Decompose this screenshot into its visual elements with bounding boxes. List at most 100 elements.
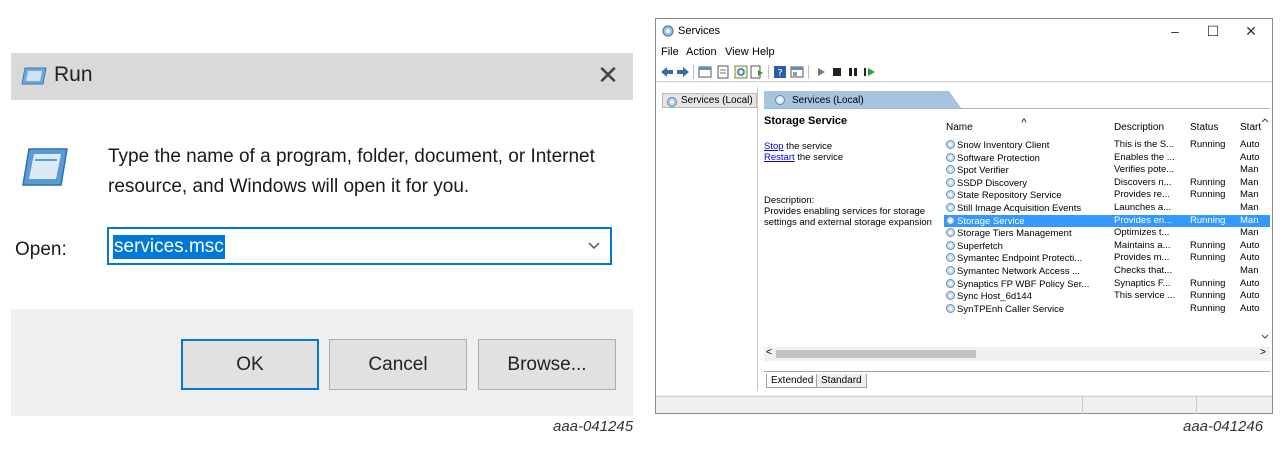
service-status: Running: [1190, 290, 1226, 302]
horizontal-scroll-thumb[interactable]: [776, 350, 976, 358]
description-text: Provides enabling services for storage s…: [764, 206, 932, 228]
ok-button[interactable]: OK: [181, 339, 319, 390]
menu-bar: File Action View Help: [656, 44, 1272, 62]
scroll-right-icon[interactable]: >: [1260, 347, 1266, 358]
service-status: Running: [1190, 214, 1226, 226]
tab-standard[interactable]: Standard: [816, 374, 867, 388]
close-icon[interactable]: ✕: [1234, 21, 1268, 41]
service-detail-pane: Storage Service Stop the service Restart…: [764, 115, 942, 228]
toolbar: ?: [656, 62, 1272, 82]
service-row[interactable]: Sync Host_6d144 This service ... Running Au…: [944, 290, 1270, 302]
maximize-icon[interactable]: ☐: [1196, 21, 1230, 41]
pause-service-icon[interactable]: [846, 65, 860, 79]
forward-arrow-icon[interactable]: [676, 65, 690, 79]
open-input-value[interactable]: services.msc: [113, 235, 225, 259]
service-row[interactable]: SSDP Discovery Discovers n... Running Man: [944, 177, 1270, 189]
gear-icon: [667, 97, 677, 107]
service-row[interactable]: Storage Tiers Management Optimizes t... Ma…: [944, 227, 1270, 239]
menu-help[interactable]: Help: [752, 46, 775, 58]
service-description: This is the S...: [1114, 139, 1175, 150]
console-tree: Services (Local): [658, 87, 758, 391]
menu-view[interactable]: View: [725, 46, 749, 58]
run-app-icon: [21, 67, 47, 85]
service-status: Running: [1190, 189, 1226, 201]
service-status: Running: [1190, 176, 1226, 188]
figure-label-left: aaa-041245: [553, 418, 634, 435]
gear-icon: [946, 240, 955, 250]
gear-icon: [946, 278, 955, 288]
content-header-title: Services (Local): [792, 95, 864, 106]
service-name: Superfetch: [957, 240, 1003, 252]
service-row[interactable]: Symantec Network Access ... Checks that..…: [944, 265, 1270, 277]
vertical-scrollbar[interactable]: [1260, 113, 1270, 363]
service-description: Checks that...: [1114, 265, 1173, 276]
column-header-name[interactable]: Name: [946, 116, 973, 138]
service-name-cell: Symantec Network Access ...: [944, 265, 1112, 278]
service-row[interactable]: State Repository Service Provides re... Ru…: [944, 189, 1270, 201]
start-service-icon[interactable]: [814, 65, 828, 79]
open-combobox[interactable]: services.msc: [107, 227, 612, 265]
service-row[interactable]: Storage Service Provides en... Running Man: [944, 214, 1270, 227]
figure-label-right: aaa-041246: [1183, 418, 1264, 435]
stop-service-link[interactable]: Stop: [764, 141, 784, 152]
properties-icon[interactable]: [716, 65, 730, 79]
help-icon[interactable]: ?: [773, 65, 787, 79]
service-row[interactable]: Still Image Acquisition Events Launches a…: [944, 202, 1270, 214]
column-header-description[interactable]: Description: [1114, 116, 1164, 138]
refresh-icon[interactable]: [734, 65, 748, 79]
service-description: Provides m...: [1114, 252, 1170, 264]
service-row[interactable]: Synaptics FP WBF Policy Ser... Synaptics …: [944, 278, 1270, 290]
gear-icon: [946, 253, 955, 263]
close-icon[interactable]: ✕: [593, 61, 623, 91]
service-name-cell: Spot Verifier: [944, 164, 1112, 177]
scroll-left-icon[interactable]: <: [766, 347, 772, 358]
column-header-status[interactable]: Status: [1190, 116, 1218, 138]
menu-file[interactable]: File: [661, 46, 679, 58]
tree-item-label: Services (Local): [681, 95, 753, 106]
status-bar: [656, 396, 1272, 414]
gear-icon: [946, 215, 955, 225]
service-row[interactable]: Superfetch Maintains a... Running Auto: [944, 240, 1270, 252]
gear-icon: [946, 165, 955, 175]
service-name-cell: Sync Host_6d144: [944, 290, 1112, 303]
restart-service-icon[interactable]: [862, 65, 876, 79]
gear-icon: [946, 291, 955, 301]
service-name: SSDP Discovery: [957, 177, 1028, 189]
service-status: Running: [1190, 277, 1226, 289]
service-row[interactable]: Spot Verifier Verifies pote... Man: [944, 164, 1270, 176]
service-row[interactable]: Snow Inventory Client This is the S... Run…: [944, 139, 1270, 151]
cancel-button[interactable]: Cancel: [329, 339, 467, 390]
run-dialog: Run ✕ Type the name of a program, folder…: [11, 53, 633, 416]
service-status: Running: [1190, 139, 1226, 150]
console-tree-icon[interactable]: [698, 65, 712, 79]
chevron-down-icon[interactable]: [586, 237, 602, 255]
sort-ascending-icon: ^: [1021, 117, 1027, 129]
service-name: Symantec Endpoint Protecti...: [957, 253, 1083, 265]
service-row[interactable]: SynTPEnh Caller Service Running Auto: [944, 303, 1270, 315]
show-hide-pane-icon[interactable]: [790, 65, 804, 79]
browse-button[interactable]: Browse...: [478, 339, 616, 390]
svg-text:?: ?: [777, 68, 782, 79]
service-name: Symantec Network Access ...: [957, 266, 1081, 277]
service-description: Verifies pote...: [1114, 164, 1175, 176]
tree-item-services-local[interactable]: Services (Local): [662, 93, 757, 108]
gear-icon: [946, 203, 955, 212]
service-row[interactable]: Software Protection Enables the ... Auto: [944, 152, 1270, 164]
service-name: SynTPEnh Caller Service: [957, 303, 1065, 315]
horizontal-scrollbar[interactable]: < >: [764, 347, 1270, 361]
service-name-cell: Software Protection: [944, 152, 1112, 165]
run-title: Run: [54, 63, 93, 86]
restart-service-link[interactable]: Restart: [764, 152, 795, 163]
services-title: Services: [678, 25, 721, 37]
column-header-startup[interactable]: Start: [1240, 116, 1261, 138]
back-arrow-icon[interactable]: [660, 65, 674, 79]
service-name-cell: Still Image Acquisition Events: [944, 202, 1112, 215]
service-name-cell: Symantec Endpoint Protecti...: [944, 252, 1112, 265]
minimize-icon[interactable]: –: [1158, 21, 1192, 41]
run-program-icon: [22, 148, 68, 186]
menu-action[interactable]: Action: [686, 46, 717, 58]
export-list-icon[interactable]: [750, 65, 764, 79]
service-row[interactable]: Symantec Endpoint Protecti... Provides m.…: [944, 252, 1270, 264]
stop-service-icon[interactable]: [830, 65, 844, 79]
tab-extended[interactable]: Extended: [766, 374, 819, 388]
